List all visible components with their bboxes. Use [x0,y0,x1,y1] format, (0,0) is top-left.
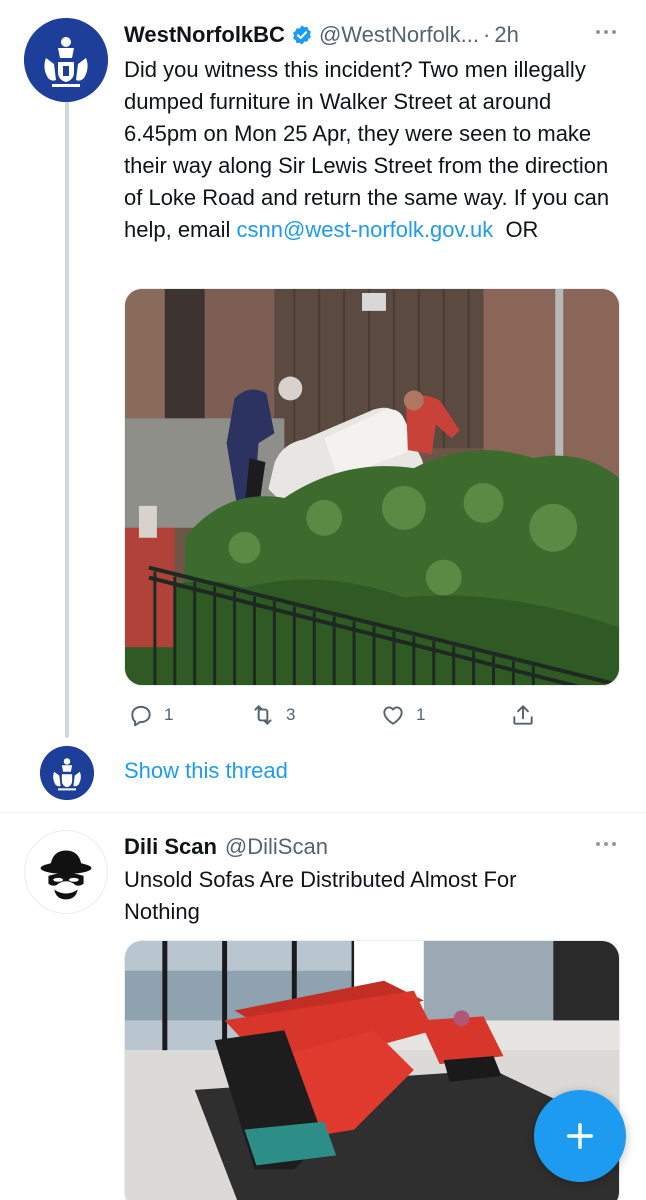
reply-button[interactable]: 1 [128,700,173,730]
author-display-name[interactable]: WestNorfolkBC [124,22,285,48]
council-crest-avatar[interactable] [24,18,108,102]
plus-icon [566,1122,594,1150]
spy-hat-avatar[interactable] [24,830,108,914]
council-crest-avatar-small[interactable] [40,746,94,800]
tweet-text-main: Did you witness this incident? Two men i… [124,57,610,242]
author-display-name[interactable]: Dili Scan [124,834,217,860]
more-options-icon[interactable] [592,834,620,854]
retweet-button[interactable]: 3 [250,700,295,730]
tweet-header: WestNorfolkBC @WestNorfolk... · 2h [124,20,624,50]
compose-tweet-button[interactable] [534,1090,626,1182]
tweet-actions-bar: 1 3 1 [124,700,624,730]
share-button[interactable] [510,700,536,730]
cctv-photo-image[interactable] [124,288,620,686]
tweet-text-tail: OR [493,217,539,242]
tweet-body-text: Unsold Sofas Are Distributed Almost For … [124,867,517,924]
tweet-westnorfolkbc[interactable]: WestNorfolkBC @WestNorfolk... · 2h Did y… [0,0,646,812]
heart-icon [383,706,403,725]
separator-dot: · [483,22,491,47]
tweet-divider [0,812,646,813]
tweet-timestamp[interactable]: 2h [494,22,518,48]
email-link[interactable]: csnn@west-norfolk.gov.uk [237,217,494,242]
tweet-body-text: Did you witness this incident? Two men i… [124,54,624,246]
author-handle[interactable]: @WestNorfolk... [319,22,479,48]
like-button[interactable]: 1 [380,700,425,730]
verified-badge-icon [293,25,311,45]
author-handle[interactable]: @DiliScan [225,834,328,860]
thread-connector-line [65,98,69,738]
reply-icon [131,705,151,727]
retweet-icon [254,705,272,725]
reply-count: 1 [164,705,174,724]
retweet-count: 3 [286,705,296,724]
share-icon [513,705,533,725]
tweet-header: Dili Scan @DiliScan [124,832,328,862]
like-count: 1 [416,705,426,724]
show-thread-link[interactable]: Show this thread [124,758,288,784]
timeline-feed: WestNorfolkBC @WestNorfolk... · 2h Did y… [0,0,646,1200]
more-options-icon[interactable] [592,22,620,42]
